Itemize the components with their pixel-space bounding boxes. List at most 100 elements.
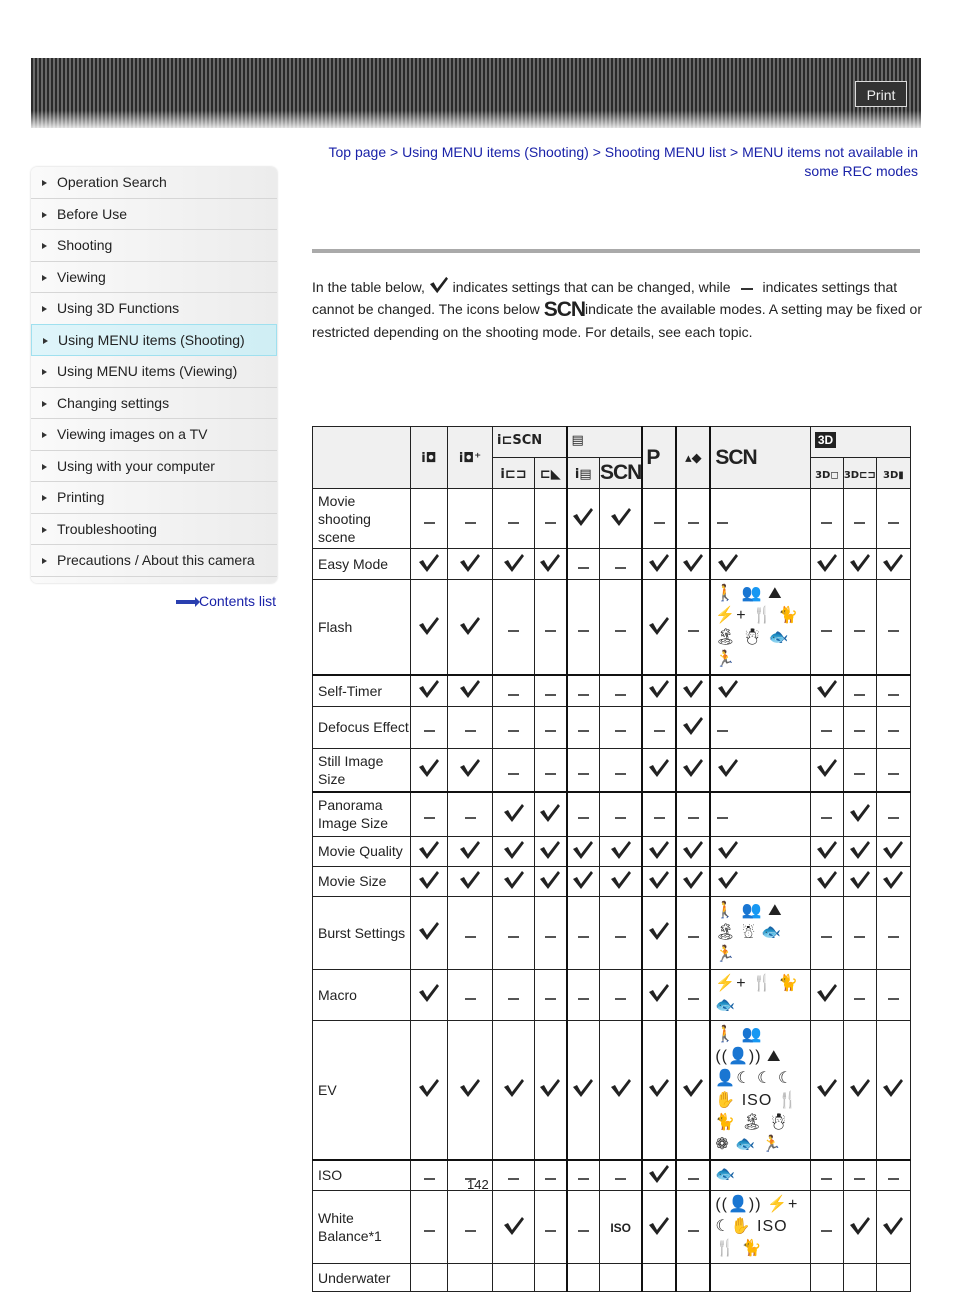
table-row: Macro ⚡+ 🍴 🐈 🐟: [312, 968, 911, 1021]
check-icon: [534, 835, 567, 867]
check-icon: [534, 1019, 567, 1160]
sidebar-item-precautions-about-this-camera[interactable]: Precautions / About this camera: [31, 545, 277, 577]
print-button[interactable]: Print: [855, 81, 907, 107]
sidebar-item-label: Viewing: [57, 268, 106, 285]
breadcrumb-link[interactable]: MENU items not available in some REC mod…: [742, 144, 918, 179]
breadcrumb-link[interactable]: Shooting MENU list: [605, 144, 726, 160]
mode-availability-table: i◘ i◘⁺ i⊏SCN ▤ P ▴◆ SCN 3D i⊏⊐ ⊏◣ i▤ SCN 3D◻ 3D⊏⊐ 3D▮ …: [312, 426, 911, 1292]
dash-icon: [641, 705, 677, 749]
dash-icon: [534, 674, 567, 707]
check-icon: [429, 276, 448, 294]
sidebar-item-viewing[interactable]: Viewing: [31, 262, 277, 293]
check-icon: [565, 835, 600, 867]
dash-icon: [447, 705, 493, 749]
empty-cell: [809, 1263, 844, 1292]
sidebar-item-shooting[interactable]: Shooting: [31, 230, 277, 262]
triangle-right-icon: [42, 463, 47, 470]
breadcrumb-link[interactable]: Using MENU items (Shooting): [402, 144, 589, 160]
sidebar-item-using-3d-functions[interactable]: Using 3D Functions: [31, 293, 277, 325]
dash-icon: [809, 579, 844, 676]
breadcrumb-link[interactable]: Top page: [329, 144, 387, 160]
table-row: Easy Mode: [312, 548, 911, 580]
check-icon: [809, 548, 844, 580]
sidebar-item-printing[interactable]: Printing: [31, 482, 277, 514]
sidebar-item-using-menu-items-viewing[interactable]: Using MENU items (Viewing): [31, 356, 277, 388]
sidebar-item-viewing-images-on-a-tv[interactable]: Viewing images on a TV: [31, 419, 277, 451]
dash-icon: [875, 579, 911, 676]
empty-cell: [599, 1263, 643, 1292]
check-icon: [875, 1190, 911, 1264]
dash-icon: [447, 791, 493, 837]
sidebar-item-troubleshooting[interactable]: Troubleshooting: [31, 514, 277, 545]
check-icon: [842, 548, 877, 580]
3d-multi-angle-icon: 3D▮: [882, 470, 904, 481]
dash-icon: [534, 488, 567, 549]
check-icon: [675, 747, 711, 793]
header-superior-auto-icon: i◘⁺: [447, 426, 493, 489]
contents-list-link[interactable]: Contents list: [176, 593, 276, 609]
empty-cell: [641, 1263, 677, 1292]
header-background-defocus-icon: ▴◆: [675, 426, 711, 489]
dash-icon: [534, 968, 567, 1021]
dash-icon: [675, 579, 711, 676]
triangle-right-icon: [42, 526, 47, 533]
dash-icon: [675, 1190, 711, 1264]
table-row: Self-Timer: [312, 674, 911, 707]
dash-icon: [492, 1158, 535, 1191]
header-3d-multi-angle-icon: 3D▮: [875, 457, 911, 489]
scene-icons-list: 🐟: [715, 1166, 737, 1184]
table-row: White Balance*1 ISO ((👤)) ⚡+ ☾✋ ISO 🍴 🐈: [312, 1190, 911, 1264]
dash-icon: [599, 705, 643, 749]
dash-icon: [599, 747, 643, 793]
empty-cell: [565, 1263, 600, 1292]
row-label: Easy Mode: [312, 548, 411, 580]
header-3d-still-icon: 3D◻: [809, 457, 844, 489]
dash-icon: [447, 895, 493, 970]
breadcrumb: Top page > Using MENU items (Shooting) >…: [312, 143, 919, 181]
sidebar-item-before-use[interactable]: Before Use: [31, 199, 277, 230]
check-icon: [447, 674, 493, 707]
dash-icon: [599, 791, 643, 837]
header-banner: [31, 58, 921, 128]
sidebar-item-using-menu-items-shooting[interactable]: Using MENU items (Shooting): [31, 323, 277, 356]
check-icon: [410, 1019, 448, 1160]
dash-icon: [565, 548, 600, 580]
dash-icon: [447, 488, 493, 549]
check-icon: [447, 835, 493, 867]
check-icon: [641, 579, 677, 676]
sweep-panorama-scn-icon: ⊏◣: [539, 466, 561, 482]
row-label: Underwater: [312, 1263, 411, 1292]
sweep-panorama-group-icon: i⊏SCN: [497, 433, 543, 448]
sidebar-item-operation-search[interactable]: Operation Search: [31, 167, 277, 199]
check-icon: [809, 674, 844, 707]
dash-icon: [410, 488, 448, 549]
dash-icon: [565, 968, 600, 1021]
sidebar-item-label: Shooting: [57, 237, 113, 253]
empty-cell: [492, 1263, 535, 1292]
scene-icons-list: 🚶 👥 ⛰ ⚡+ 🍴 🐈 🏝 ☃ 🐟 🏃: [715, 585, 800, 668]
title-divider: [312, 249, 920, 253]
header-intelligent-sweep-panorama-icon: i⊏⊐: [492, 457, 535, 489]
table-row: Panorama Image Size: [312, 791, 911, 837]
check-icon: [534, 865, 567, 897]
row-label: Macro: [312, 968, 411, 1021]
header-intelligent-movie-icon: i▤: [565, 457, 600, 489]
check-icon: [447, 1019, 493, 1160]
check-icon: [641, 747, 677, 793]
dash-icon: [410, 1158, 448, 1191]
sidebar-item-label: Using 3D Functions: [57, 300, 180, 316]
check-icon: [675, 705, 711, 749]
dash-icon: [842, 1158, 877, 1191]
dash-icon: [410, 1190, 448, 1264]
check-icon: [492, 791, 535, 837]
sidebar-item-changing-settings[interactable]: Changing settings: [31, 388, 277, 419]
row-label: Movie shooting scene: [312, 488, 411, 549]
scene-icons-list: 🚶 👥 ((👤)) ⛰ 👤☾ ☾ ☾✋ ISO 🍴 🐈 🏝 ☃ ❁ 🐟 🏃: [715, 1025, 799, 1153]
check-icon: [875, 548, 911, 580]
dash-icon: [492, 488, 535, 549]
sidebar-item-using-with-your-computer[interactable]: Using with your computer: [31, 451, 277, 482]
row-label: Panorama Image Size: [312, 791, 411, 837]
sidebar-item-label: Precautions / About this camera: [57, 552, 255, 568]
dash-icon: [447, 1190, 493, 1264]
check-icon: [641, 548, 677, 580]
